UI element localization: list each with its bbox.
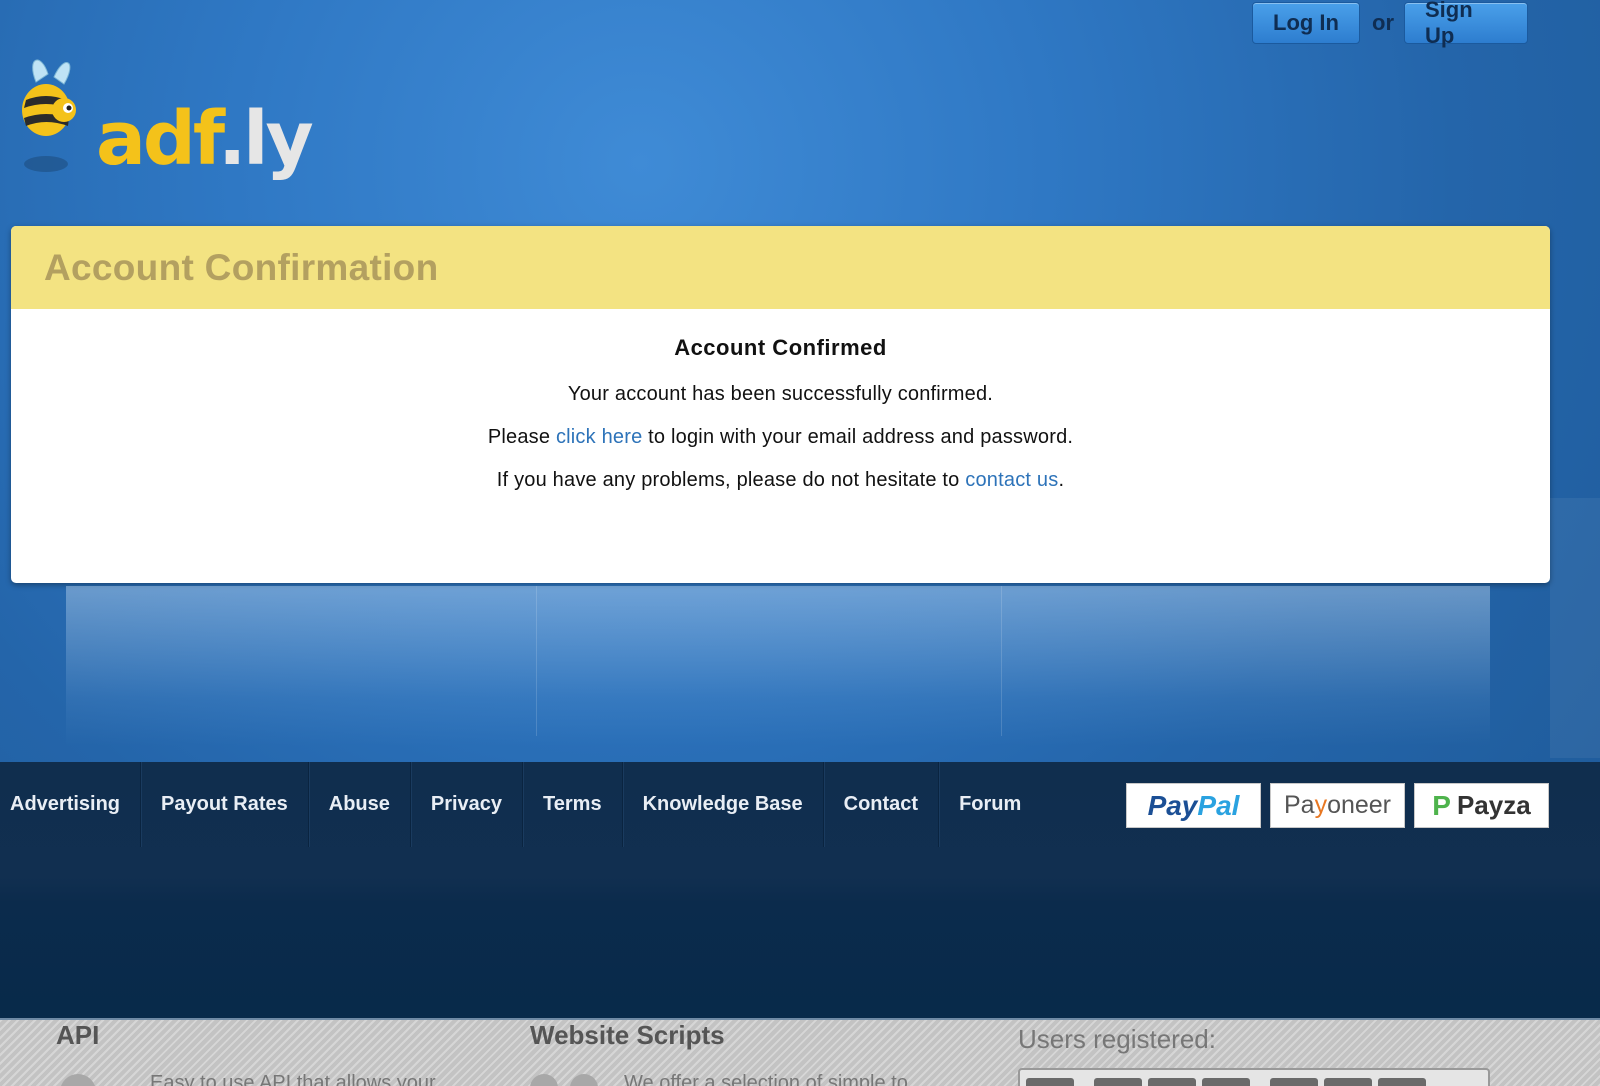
scripts-description: We offer a selection of simple to xyxy=(624,1072,908,1086)
gear-icon xyxy=(530,1074,558,1086)
gear-icon xyxy=(570,1074,598,1086)
logo-ly: .ly xyxy=(218,96,314,182)
confirmed-heading: Account Confirmed xyxy=(674,335,887,360)
panel-divider xyxy=(1001,586,1002,736)
counter-digit xyxy=(1094,1078,1142,1086)
api-section: API xyxy=(56,1020,99,1051)
paypal-pal: Pal xyxy=(1197,789,1240,821)
or-label: or xyxy=(1372,10,1394,35)
contact-instruction-suffix: . xyxy=(1058,469,1065,491)
payoneer-pa: Pa xyxy=(1283,791,1315,819)
counter-digit xyxy=(1026,1078,1074,1086)
footer-link-forum[interactable]: Forum xyxy=(939,762,1041,847)
footer-link-terms[interactable]: Terms xyxy=(523,762,623,847)
logo-wordmark: adf.ly xyxy=(96,102,314,176)
payza-icon: P xyxy=(1432,789,1451,821)
users-section: Users registered: xyxy=(1018,1024,1216,1055)
payoneer-oneer: oneer xyxy=(1327,791,1392,819)
paypal-logo: Pay Pal xyxy=(1126,783,1261,828)
footer-link-knowledge-base[interactable]: Knowledge Base xyxy=(623,762,824,847)
payza-logo: P Payza xyxy=(1414,783,1549,828)
scripts-section: Website Scripts xyxy=(530,1020,725,1051)
click-here-link[interactable]: click here xyxy=(556,426,642,448)
scripts-title: Website Scripts xyxy=(530,1020,725,1050)
contact-us-link[interactable]: contact us xyxy=(965,469,1058,491)
paypal-pay: Pay xyxy=(1147,789,1198,821)
login-instruction-suffix: to login with your email address and pas… xyxy=(642,426,1074,448)
payoneer-logo: Pa y oneer xyxy=(1270,783,1405,828)
page-title: Account Confirmation xyxy=(44,246,439,288)
payment-logos: Pay Pal Pa y oneer P Payza xyxy=(1126,783,1549,828)
footer-link-contact[interactable]: Contact xyxy=(824,762,940,847)
footer-link-advertising[interactable]: Advertising xyxy=(0,762,142,847)
api-icon xyxy=(60,1074,96,1086)
page: Log In or Sign Up adf.ly Account Confirm… xyxy=(0,0,1600,1086)
footer: Advertising Payout Rates Abuse Privacy T… xyxy=(0,762,1600,1018)
card-body: Account Confirmed Your account has been … xyxy=(11,309,1550,492)
api-description: Easy to use API that allows your xyxy=(150,1072,436,1086)
adfly-logo[interactable]: adf.ly xyxy=(16,52,326,202)
feature-panel-background xyxy=(66,586,1490,746)
auth-buttons: Log In or Sign Up xyxy=(1252,0,1528,48)
login-instruction: Please click here to login with your ema… xyxy=(11,426,1550,449)
footer-link-privacy[interactable]: Privacy xyxy=(411,762,524,847)
success-message: Your account has been successfully confi… xyxy=(567,383,994,405)
users-registered-label: Users registered: xyxy=(1018,1024,1216,1054)
contact-instruction-prefix: If you have any problems, please do not … xyxy=(496,469,966,491)
counter-digit xyxy=(1202,1078,1250,1086)
users-counter xyxy=(1018,1068,1490,1086)
contact-instruction: If you have any problems, please do not … xyxy=(11,469,1550,492)
confirmation-card: Account Confirmation Account Confirmed Y… xyxy=(11,226,1550,583)
login-button[interactable]: Log In xyxy=(1252,2,1360,44)
bee-icon xyxy=(22,59,76,172)
panel-divider xyxy=(536,586,537,736)
card-header: Account Confirmation xyxy=(11,226,1550,309)
login-instruction-prefix: Please xyxy=(487,426,556,448)
payza-text: Payza xyxy=(1456,790,1531,820)
payoneer-y: y xyxy=(1314,791,1328,819)
side-band xyxy=(1550,498,1600,758)
logo-adf: adf xyxy=(96,96,221,182)
footer-link-payout-rates[interactable]: Payout Rates xyxy=(141,762,309,847)
api-title: API xyxy=(56,1020,100,1050)
counter-digit xyxy=(1270,1078,1318,1086)
counter-digit xyxy=(1378,1078,1426,1086)
counter-digit xyxy=(1148,1078,1196,1086)
footer-link-abuse[interactable]: Abuse xyxy=(309,762,411,847)
bottom-features: API Easy to use API that allows your Web… xyxy=(0,1018,1600,1086)
counter-digit xyxy=(1324,1078,1372,1086)
signup-button[interactable]: Sign Up xyxy=(1404,0,1528,48)
